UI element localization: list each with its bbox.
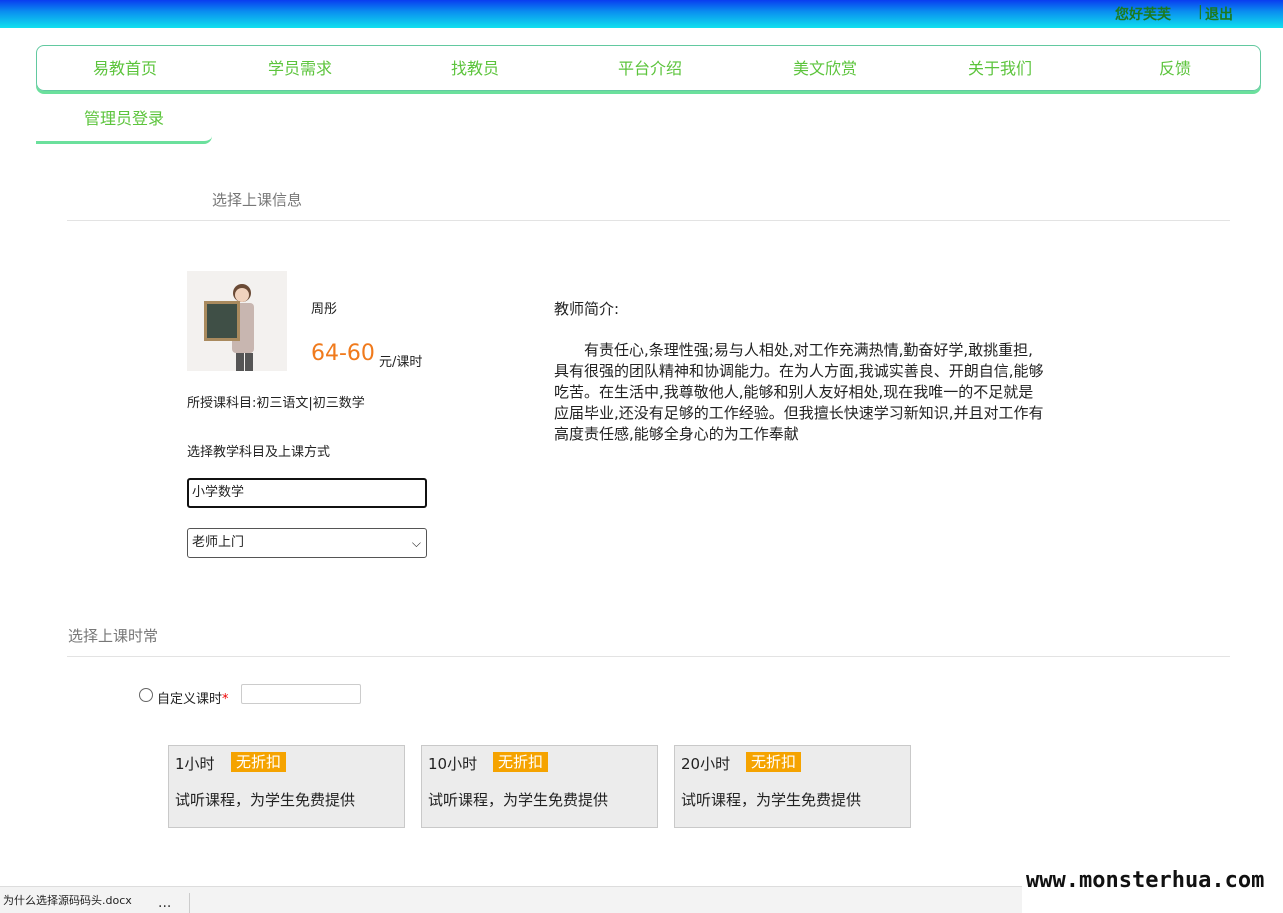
- package-card-10h[interactable]: 10小时 无折扣 试听课程，为学生免费提供: [421, 745, 658, 828]
- required-mark: *: [222, 692, 229, 707]
- nav-item-about[interactable]: 关于我们: [925, 46, 1075, 92]
- top-bar: 您好芙芙 | 退出: [0, 0, 1283, 28]
- custom-hours-input[interactable]: [241, 684, 361, 704]
- section-title-class-hours: 选择上课时常: [68, 627, 159, 645]
- divider: [189, 893, 190, 913]
- nav-item-platform[interactable]: 平台介绍: [575, 46, 725, 92]
- header-separator: |: [1198, 4, 1203, 20]
- nav-item-student-needs[interactable]: 学员需求: [225, 46, 375, 92]
- teacher-subjects: 所授课科目:初三语文|初三数学: [187, 396, 365, 411]
- chevron-down-icon: ⌵: [411, 536, 421, 550]
- nav-item-feedback[interactable]: 反馈: [1100, 46, 1250, 92]
- package-hours: 10小时: [428, 755, 478, 773]
- download-file-name[interactable]: 为什么选择源码码头.docx: [3, 892, 132, 908]
- nav-item-articles[interactable]: 美文欣赏: [750, 46, 900, 92]
- teacher-intro-body: 有责任心,条理性强;易与人相处,对工作充满热情,勤奋好学,敢挑重担,具有很强的团…: [554, 341, 1044, 443]
- divider: [67, 220, 1230, 221]
- divider: [67, 656, 1230, 657]
- nav-item-find-teacher[interactable]: 找教员: [400, 46, 550, 92]
- section-title-class-info: 选择上课信息: [212, 191, 303, 209]
- admin-nav: 管理员登录: [36, 96, 212, 144]
- teacher-name: 周彤: [311, 302, 338, 317]
- custom-hours-label: 自定义课时*: [157, 688, 229, 707]
- package-desc: 试听课程，为学生免费提供: [428, 791, 609, 809]
- custom-hours-text: 自定义课时: [157, 692, 223, 707]
- package-desc: 试听课程，为学生免费提供: [681, 791, 862, 809]
- greeting: 您好芙芙: [1115, 7, 1171, 23]
- choose-subject-label: 选择教学科目及上课方式: [187, 445, 331, 460]
- more-icon[interactable]: ...: [158, 895, 171, 911]
- package-card-1h[interactable]: 1小时 无折扣 试听课程，为学生免费提供: [168, 745, 405, 828]
- teach-mode-value: 老师上门: [192, 535, 245, 550]
- package-hours: 1小时: [175, 755, 215, 773]
- subject-input[interactable]: 小学数学: [187, 478, 427, 508]
- teach-mode-select[interactable]: 老师上门 ⌵: [187, 528, 427, 558]
- teacher-intro-title: 教师简介:: [554, 300, 620, 318]
- package-desc: 试听课程，为学生免费提供: [175, 791, 356, 809]
- logout-link[interactable]: 退出: [1205, 4, 1233, 24]
- discount-badge: 无折扣: [746, 752, 802, 772]
- main-nav: 易教首页 学员需求 找教员 平台介绍 美文欣赏 关于我们 反馈: [36, 45, 1261, 91]
- nav-item-home[interactable]: 易教首页: [50, 46, 200, 92]
- package-hours: 20小时: [681, 755, 731, 773]
- teacher-photo: [187, 271, 287, 371]
- discount-badge: 无折扣: [231, 752, 287, 772]
- nav-item-admin-login[interactable]: 管理员登录: [36, 96, 212, 142]
- package-card-20h[interactable]: 20小时 无折扣 试听课程，为学生免费提供: [674, 745, 911, 828]
- watermark: www.monsterhua.com: [1026, 868, 1265, 893]
- discount-badge: 无折扣: [493, 752, 549, 772]
- custom-hours-radio[interactable]: [139, 688, 153, 702]
- teacher-price: 64-60: [311, 341, 375, 366]
- download-bar: 为什么选择源码码头.docx ...: [0, 886, 1022, 913]
- price-unit: 元/课时: [379, 355, 423, 370]
